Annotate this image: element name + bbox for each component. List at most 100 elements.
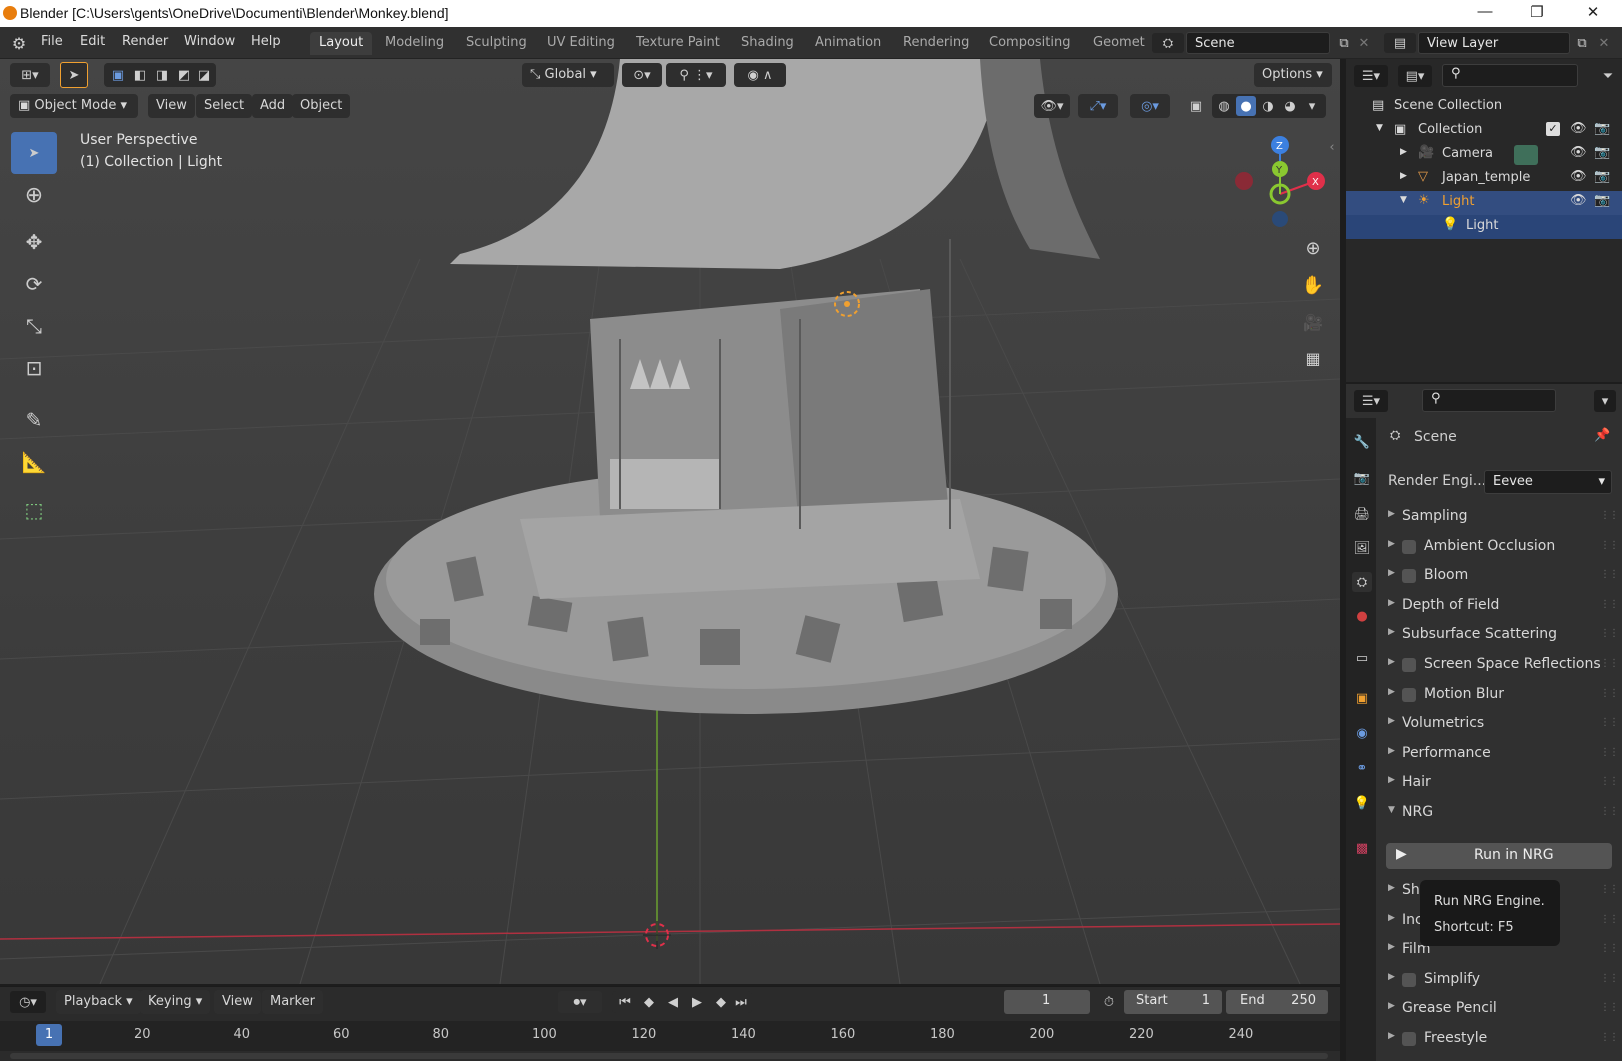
panel-enable-checkbox[interactable] — [1402, 539, 1416, 554]
output-tab-icon[interactable]: 🖨 — [1352, 504, 1372, 524]
expand-arrow-icon[interactable]: ▶ — [1388, 568, 1395, 578]
object-tab-icon[interactable]: ▣ — [1352, 688, 1372, 708]
play-reverse-icon[interactable]: ◀ — [662, 992, 684, 1012]
viewport-menu-add[interactable]: Add — [252, 94, 294, 118]
eye-icon[interactable]: 👁 — [1570, 169, 1587, 184]
timeline-editor-type-icon[interactable]: ◷▾ — [10, 991, 46, 1013]
expand-arrow-icon[interactable]: ▶ — [1388, 913, 1395, 923]
drag-grip-icon[interactable]: ⋮⋮ — [1600, 628, 1619, 639]
drag-grip-icon[interactable]: ⋮⋮ — [1600, 943, 1619, 954]
render-engine-dropdown[interactable]: Eevee ▾ — [1484, 470, 1612, 494]
world-tab-icon[interactable]: ● — [1352, 606, 1372, 626]
menu-window[interactable]: Window — [184, 34, 235, 49]
filter-icon[interactable]: ⏷ — [1598, 65, 1618, 87]
shading-options-icon[interactable]: ▾ — [1302, 96, 1322, 116]
perspective-toggle-icon[interactable]: ▦ — [1300, 345, 1326, 371]
render-tab-icon[interactable]: 📷 — [1352, 468, 1372, 488]
snap-icon[interactable]: ⚲ ⋮▾ — [666, 63, 726, 87]
pin-icon[interactable]: 📌 — [1594, 428, 1610, 443]
preview-range-icon[interactable]: ⏱ — [1098, 991, 1120, 1013]
select-subtract-icon[interactable]: ◨ — [152, 65, 172, 85]
timeline-menu-playback[interactable]: Playback ▾ — [56, 990, 141, 1014]
drag-grip-icon[interactable]: ⋮⋮ — [1600, 776, 1619, 787]
scene-selector-icon[interactable]: ⛭ — [1152, 33, 1184, 53]
collection-tab-icon[interactable]: ▭ — [1352, 648, 1372, 668]
light-data-tab-icon[interactable]: 💡 — [1352, 793, 1372, 813]
record-keyframe-icon[interactable]: ⏺▾ — [558, 991, 602, 1013]
menu-render[interactable]: Render — [122, 34, 168, 49]
tool-move[interactable]: ✥ — [11, 221, 57, 263]
expand-arrow-icon[interactable]: ▶ — [1388, 627, 1395, 637]
panel-motion-blur[interactable]: ▶ Motion Blur ⋮⋮ — [1384, 682, 1622, 710]
expand-arrow-icon[interactable]: ▶ — [1388, 598, 1395, 608]
tab-geometry[interactable]: Geomet — [1084, 32, 1146, 55]
outliner-search-input[interactable]: ⚲ — [1442, 64, 1578, 87]
delete-view-layer-icon[interactable]: ✕ — [1596, 33, 1612, 53]
outliner-collection[interactable]: ▼ ▣ Collection ✓ 👁 📷 — [1346, 119, 1622, 143]
drag-grip-icon[interactable]: ⋮⋮ — [1600, 510, 1619, 521]
outliner-item-camera[interactable]: ▶ 🎥 Camera 👁 📷 — [1346, 143, 1622, 167]
select-intersect-icon[interactable]: ◪ — [194, 65, 214, 85]
panel-depth-of-field[interactable]: ▶ Depth of Field ⋮⋮ — [1384, 593, 1622, 621]
jump-end-icon[interactable]: ⏭ — [730, 992, 752, 1012]
drag-grip-icon[interactable]: ⋮⋮ — [1600, 884, 1619, 895]
menu-file[interactable]: File — [41, 34, 63, 49]
drag-grip-icon[interactable]: ⋮⋮ — [1600, 747, 1619, 758]
panel-simplify[interactable]: ▶ Simplify ⋮⋮ — [1384, 967, 1622, 995]
expand-arrow-icon[interactable]: ▶ — [1388, 687, 1395, 697]
3d-viewport[interactable]: ⊞▾ ➤ ▣ ◧ ◨ ◩ ◪ ⤡ Global ▾ ⊙▾ ⚲ ⋮▾ ◉ ∧ Op… — [0, 59, 1340, 984]
new-scene-icon[interactable]: ⧉ — [1334, 33, 1354, 53]
expand-arrow-icon[interactable]: ▶ — [1388, 883, 1395, 893]
viewport-menu-select[interactable]: Select — [196, 94, 253, 118]
expand-arrow-icon[interactable]: ▶ — [1388, 942, 1395, 952]
collapse-arrow-icon[interactable]: ▼ — [1388, 805, 1395, 815]
display-mode-icon[interactable]: ▤▾ — [1398, 65, 1432, 87]
tab-sculpting[interactable]: Sculpting — [457, 32, 536, 55]
options-dropdown[interactable]: Options ▾ — [1254, 63, 1332, 87]
outliner-item-light[interactable]: ▼ ☀ Light 👁 📷 — [1346, 191, 1622, 215]
expand-arrow-icon[interactable]: ▶ — [1388, 539, 1395, 549]
eye-icon[interactable]: 👁 — [1570, 193, 1587, 208]
end-frame-field[interactable]: End 250 — [1226, 990, 1328, 1014]
select-tool-icon[interactable]: ➤ — [60, 62, 88, 88]
drag-grip-icon[interactable]: ⋮⋮ — [1600, 1002, 1619, 1013]
expand-arrow-icon[interactable]: ▶ — [1388, 972, 1395, 982]
panel-enable-checkbox[interactable] — [1402, 972, 1416, 987]
drag-grip-icon[interactable]: ⋮⋮ — [1600, 973, 1619, 984]
tab-modeling[interactable]: Modeling — [376, 32, 453, 55]
expand-arrow-icon[interactable]: ▶ — [1388, 775, 1395, 785]
panel-grease-pencil[interactable]: ▶ Grease Pencil ⋮⋮ — [1384, 996, 1622, 1024]
visibility-icon[interactable]: 👁▾ — [1034, 94, 1070, 118]
wireframe-shading-icon[interactable]: ◍ — [1214, 96, 1234, 116]
tool-select-box[interactable]: ➤ — [11, 132, 57, 174]
drag-grip-icon[interactable]: ⋮⋮ — [1600, 717, 1619, 728]
panel-enable-checkbox[interactable] — [1402, 1032, 1416, 1046]
material-shading-icon[interactable]: ◑ — [1258, 96, 1278, 116]
timeline-scrollbar[interactable] — [10, 1053, 1328, 1059]
tab-texture-paint[interactable]: Texture Paint — [627, 32, 729, 55]
current-frame-field[interactable]: 1 — [1004, 990, 1090, 1014]
panel-performance[interactable]: ▶ Performance ⋮⋮ — [1384, 741, 1622, 769]
timeline-menu-keying[interactable]: Keying ▾ — [140, 990, 211, 1014]
tab-uv-editing[interactable]: UV Editing — [538, 32, 624, 55]
expand-arrow-icon[interactable]: ▶ — [1388, 1001, 1395, 1011]
panel-enable-checkbox[interactable] — [1402, 569, 1416, 584]
tab-animation[interactable]: Animation — [806, 32, 890, 55]
timeline-menu-view[interactable]: View — [214, 990, 261, 1014]
scene-name-field[interactable]: Scene — [1186, 32, 1330, 54]
outliner-item-japan-temple[interactable]: ▶ ▽ Japan_temple 👁 📷 — [1346, 167, 1622, 191]
panel-freestyle[interactable]: ▶ Freestyle ⋮⋮ — [1384, 1026, 1622, 1054]
drag-grip-icon[interactable]: ⋮⋮ — [1600, 658, 1619, 669]
collapse-arrow-icon[interactable]: ▼ — [1376, 123, 1383, 133]
properties-editor-type-icon[interactable]: ☰▾ — [1354, 390, 1388, 412]
navigation-gizmo[interactable]: Z Y X — [1220, 129, 1330, 239]
outliner-scene-collection[interactable]: ▤ Scene Collection — [1346, 95, 1622, 119]
panel-sampling[interactable]: ▶ Sampling ⋮⋮ — [1384, 504, 1622, 532]
eye-icon[interactable]: 👁 — [1570, 121, 1587, 136]
timeline-menu-marker[interactable]: Marker — [262, 990, 323, 1014]
select-invert-icon[interactable]: ◩ — [174, 65, 194, 85]
drag-grip-icon[interactable]: ⋮⋮ — [1600, 540, 1619, 551]
expand-arrow-icon[interactable]: ▶ — [1400, 171, 1407, 181]
scene-tab-icon[interactable]: ⛭ — [1352, 572, 1372, 592]
render-camera-icon[interactable]: 📷 — [1594, 193, 1610, 208]
